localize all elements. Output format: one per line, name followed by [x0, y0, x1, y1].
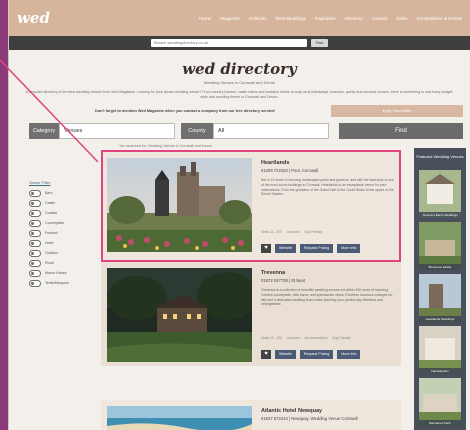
mention-notice: Don't forget to mention Wed Magazine whe…	[95, 109, 276, 113]
nav-item-inspiration[interactable]: Inspiration	[315, 16, 336, 21]
featured-thumb[interactable]: Nancarrow Farm	[419, 378, 461, 426]
nav-item-real-weddings[interactable]: Real Weddings	[275, 16, 305, 21]
filter-label: Countryside	[45, 221, 65, 225]
filter-label: Tents/Marquee	[45, 281, 69, 285]
card-actions: ♥ Website Request Pricing More Info	[261, 350, 361, 359]
featured-venues-sidebar: Featured Wedding Venues Trevenna Barns W…	[414, 148, 466, 430]
venue-phone: 01872 047728 | St Neot	[261, 278, 306, 283]
filter-label: Castle	[45, 201, 56, 205]
page-subtitle: Wedding Venues in Cornwall and Devon	[203, 80, 276, 85]
notice-row: Don't forget to mention Wed Magazine whe…	[9, 105, 470, 119]
venue-card-trevenna[interactable]: Trevenna 01872 047728 | St Neot Trevenna…	[101, 262, 401, 366]
nav-item-directory[interactable]: Directory	[345, 16, 363, 21]
filter-item[interactable]: Rural	[29, 258, 85, 268]
filter-label: Festival	[45, 231, 58, 235]
toggle-icon[interactable]	[29, 189, 41, 197]
main-nav: Home Magazine Galleries Real Weddings In…	[199, 16, 462, 21]
website-button[interactable]: Website	[275, 350, 296, 359]
browser-page: wed Home Magazine Galleries Real Wedding…	[8, 0, 470, 430]
county-label: County	[181, 123, 213, 139]
nav-item-home[interactable]: Home	[199, 16, 211, 21]
venue-name[interactable]: Trevenna	[261, 270, 285, 276]
nav-item-contact[interactable]: Contact	[372, 16, 388, 21]
find-button[interactable]: Find	[339, 123, 463, 139]
toggle-icon[interactable]	[29, 209, 41, 217]
filter-label: Rural	[45, 261, 54, 265]
toggle-icon[interactable]	[29, 249, 41, 257]
filter-label: Hotel	[45, 241, 54, 245]
toggle-icon[interactable]	[29, 229, 41, 237]
toggle-icon[interactable]	[29, 279, 41, 287]
filter-label: Barn	[45, 191, 53, 195]
featured-title: Featured Wedding Venues	[416, 154, 464, 159]
toggle-icon[interactable]	[29, 219, 41, 227]
capacity-text: Seats 10 - 150	[261, 336, 282, 340]
filter-label: Manor House	[45, 271, 67, 275]
request-pricing-button[interactable]: Request Pricing	[299, 350, 334, 359]
filter-label: Coastal	[45, 211, 58, 215]
nav-item-magazine[interactable]: Magazine	[220, 16, 240, 21]
results-summary: You searched for: Wedding Venues in Corn…	[119, 144, 213, 148]
featured-thumb-label: Boconnoc Estate	[419, 264, 461, 270]
venue-description: Trevenna is a collection of beautiful we…	[261, 288, 394, 307]
heart-icon[interactable]: ♥	[261, 350, 271, 359]
filter-item[interactable]: Outdoor	[29, 248, 85, 258]
featured-thumb-label: Nanswhyden	[419, 368, 461, 374]
site-search-input[interactable]: Search weddingdirectory.co.uk	[150, 39, 307, 47]
featured-thumb[interactable]: Heartlands Weddings	[419, 274, 461, 322]
site-logo[interactable]: wed	[17, 9, 50, 27]
featured-thumb[interactable]: Trevenna Barns Weddings	[419, 170, 461, 218]
page-title: wed directory	[182, 60, 297, 78]
venue-meta: Seats 10 - 150 Licensed Accommodation Do…	[261, 336, 395, 340]
site-header: wed Home Magazine Galleries Real Wedding…	[9, 0, 470, 36]
filter-label: Outdoor	[45, 251, 58, 255]
venue-filter-panel: Venue Filter Barn Castle Coastal Country…	[29, 180, 85, 288]
toggle-icon[interactable]	[29, 259, 41, 267]
toggle-icon[interactable]	[29, 239, 41, 247]
nav-item-sales[interactable]: Sales	[396, 16, 407, 21]
filter-item[interactable]: Countryside	[29, 218, 85, 228]
site-search-button[interactable]: Find	[310, 39, 329, 47]
licensed-text: Licensed	[286, 336, 300, 340]
featured-thumb-label: Trevenna Barns Weddings	[419, 212, 461, 218]
highlight-box	[101, 150, 401, 262]
filter-item[interactable]: Festival	[29, 228, 85, 238]
venue-filter-title[interactable]: Venue Filter	[29, 180, 85, 185]
filter-item[interactable]: Tents/Marquee	[29, 278, 85, 288]
venue-card-atlantic-hotel[interactable]: Atlantic Hotel Newquay 01637 872244 | Ne…	[101, 400, 401, 430]
filter-item[interactable]: Coastal	[29, 208, 85, 218]
category-label: Category	[29, 123, 59, 139]
filter-row: Category Venues County All Find	[9, 123, 470, 143]
nav-item-galleries[interactable]: Galleries	[249, 16, 267, 21]
site-search-bar: Search weddingdirectory.co.uk Find	[9, 36, 470, 50]
venue-photo[interactable]	[107, 406, 252, 430]
filter-item[interactable]: Castle	[29, 198, 85, 208]
nav-item-competitions[interactable]: Competitions & Events	[416, 16, 462, 21]
venue-photo[interactable]	[107, 268, 252, 362]
my-favourites-button[interactable]: ♥ My Favourites	[331, 105, 463, 117]
county-select[interactable]: All	[213, 123, 329, 139]
category-select[interactable]: Venues	[59, 123, 175, 139]
venue-phone: 01637 872244 | Newquay, Wedding Venue Co…	[261, 416, 358, 421]
dog-friendly-text: Dog Friendly	[332, 336, 351, 340]
featured-thumb[interactable]: Boconnoc Estate	[419, 222, 461, 270]
filter-item[interactable]: Barn	[29, 188, 85, 198]
accommodation-text: Accommodation	[304, 336, 328, 340]
filter-item[interactable]: Hotel	[29, 238, 85, 248]
venue-name[interactable]: Atlantic Hotel Newquay	[261, 408, 322, 414]
featured-thumb-label: Heartlands Weddings	[419, 316, 461, 322]
toggle-icon[interactable]	[29, 199, 41, 207]
directory-description: A bespoke directory of the best wedding …	[25, 90, 454, 99]
featured-thumb-label: Nancarrow Farm	[419, 420, 461, 426]
toggle-icon[interactable]	[29, 269, 41, 277]
filter-item[interactable]: Manor House	[29, 268, 85, 278]
featured-thumb[interactable]: Nanswhyden	[419, 326, 461, 374]
more-info-button[interactable]: More Info	[337, 350, 361, 359]
